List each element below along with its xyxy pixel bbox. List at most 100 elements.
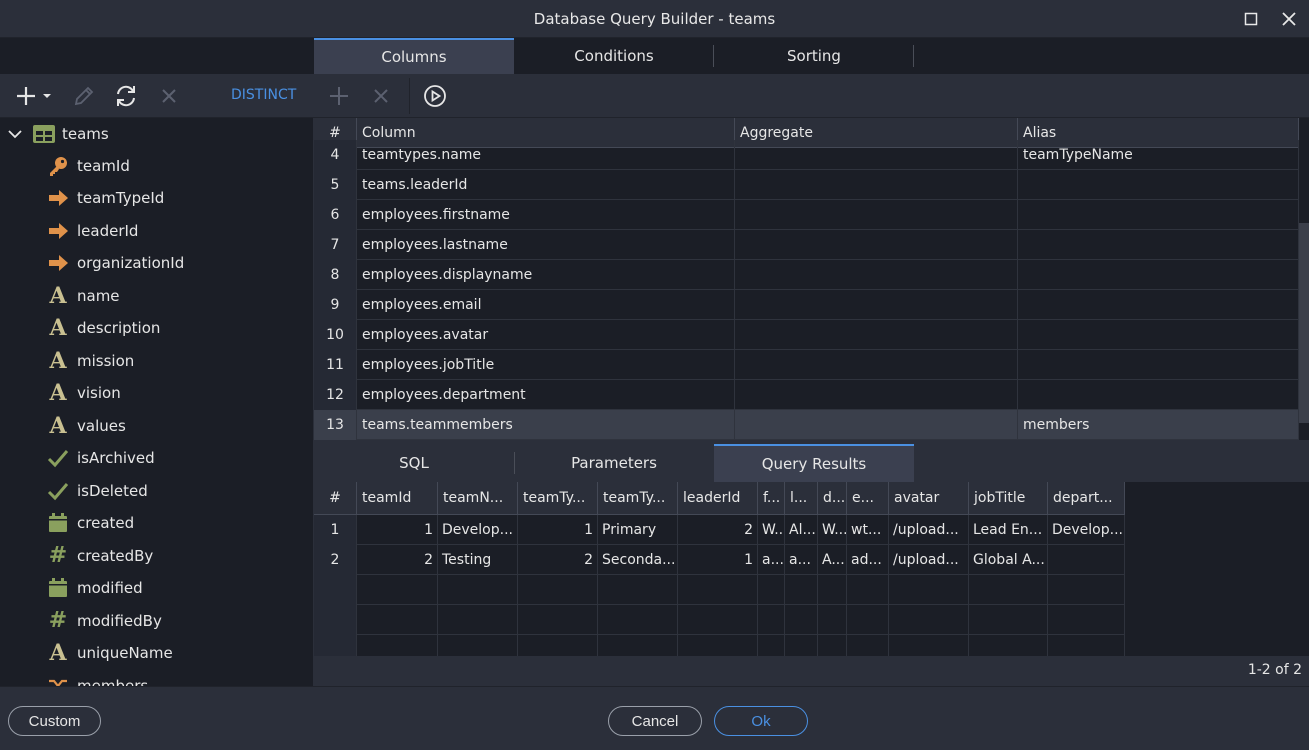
tab-columns[interactable]: Columns: [314, 38, 514, 74]
vertical-scrollbar[interactable]: [1299, 223, 1309, 423]
table-row[interactable]: 7 employees.lastname: [314, 230, 1299, 260]
tree-field-members[interactable]: members: [46, 673, 148, 686]
cell-jobtitle[interactable]: Lead En...: [969, 515, 1048, 545]
cell-email[interactable]: wt...: [847, 515, 889, 545]
tree-field-values[interactable]: A values: [46, 413, 125, 439]
table-row[interactable]: 2 2 Testing 2 Seconda... 1 a... a... A..…: [314, 545, 1125, 575]
table-row[interactable]: 1 1 Develop... 1 Primary 2 W... Al... W.…: [314, 515, 1125, 545]
table-row[interactable]: 10 employees.avatar: [314, 320, 1299, 350]
cancel-button[interactable]: Cancel: [608, 706, 702, 736]
tab-conditions[interactable]: Conditions: [514, 38, 714, 74]
tree-field-isdeleted[interactable]: isDeleted: [46, 478, 148, 504]
ok-button[interactable]: Ok: [714, 706, 808, 736]
table-row[interactable]: 6 employees.firstname: [314, 200, 1299, 230]
cell-alias[interactable]: [1018, 170, 1299, 200]
tree-field-isarchived[interactable]: isArchived: [46, 445, 155, 471]
result-header-teamtypeid[interactable]: teamTy...: [518, 482, 598, 515]
result-header-teamname[interactable]: teamN...: [438, 482, 518, 515]
cell-teamid[interactable]: 1: [357, 515, 438, 545]
cell-lastname[interactable]: Al...: [785, 515, 818, 545]
table-row[interactable]: 9 employees.email: [314, 290, 1299, 320]
table-row[interactable]: 4 teamtypes.name teamTypeName: [314, 140, 1299, 170]
cell-teamname[interactable]: Develop...: [438, 515, 518, 545]
result-header-lastname[interactable]: l...: [785, 482, 818, 515]
close-icon[interactable]: [1278, 8, 1300, 30]
cell-alias[interactable]: [1018, 350, 1299, 380]
refresh-icon[interactable]: [113, 83, 139, 109]
cell-column[interactable]: employees.displayname: [357, 260, 735, 290]
cell-leaderid[interactable]: 2: [678, 515, 758, 545]
cell-column[interactable]: employees.avatar: [357, 320, 735, 350]
table-row[interactable]: 12 employees.department: [314, 380, 1299, 410]
result-header-displayname[interactable]: d...: [818, 482, 847, 515]
tree-field-name[interactable]: A name: [46, 283, 119, 309]
cell-aggregate[interactable]: [735, 200, 1018, 230]
delete-icon[interactable]: [156, 83, 182, 109]
tree-field-modified[interactable]: modified: [46, 575, 143, 601]
cell-aggregate[interactable]: [735, 140, 1018, 170]
table-row[interactable]: 5 teams.leaderId: [314, 170, 1299, 200]
tree-field-description[interactable]: A description: [46, 315, 160, 341]
maximize-icon[interactable]: [1240, 8, 1262, 30]
cell-column[interactable]: employees.email: [357, 290, 735, 320]
cell-jobtitle[interactable]: Global A...: [969, 545, 1048, 575]
cell-teamtypeid[interactable]: 1: [518, 515, 598, 545]
cell-column[interactable]: teamtypes.name: [357, 140, 735, 170]
cell-alias[interactable]: [1018, 320, 1299, 350]
tree-field-organizationid[interactable]: organizationId: [46, 250, 184, 276]
result-header-teamid[interactable]: teamId: [357, 482, 438, 515]
cell-department[interactable]: [1048, 545, 1125, 575]
cell-leaderid[interactable]: 1: [678, 545, 758, 575]
table-row[interactable]: 8 employees.displayname: [314, 260, 1299, 290]
cell-aggregate[interactable]: [735, 230, 1018, 260]
result-header-firstname[interactable]: f...: [758, 482, 785, 515]
cell-avatar[interactable]: /upload...: [889, 545, 969, 575]
cell-aggregate[interactable]: [735, 170, 1018, 200]
result-header-teamtypename[interactable]: teamTy...: [598, 482, 678, 515]
tab-parameters[interactable]: Parameters: [514, 444, 714, 482]
run-query-icon[interactable]: [422, 83, 448, 109]
cell-alias[interactable]: [1018, 260, 1299, 290]
tree-root-teams[interactable]: teams: [0, 122, 109, 146]
remove-condition-icon[interactable]: [368, 83, 394, 109]
table-row[interactable]: 11 employees.jobTitle: [314, 350, 1299, 380]
cell-department[interactable]: Develop...: [1048, 515, 1125, 545]
tree-field-teamid[interactable]: teamId: [46, 153, 130, 179]
cell-teamid[interactable]: 2: [357, 545, 438, 575]
result-header-email[interactable]: e...: [847, 482, 889, 515]
cell-alias[interactable]: members: [1018, 410, 1299, 440]
cell-alias[interactable]: [1018, 230, 1299, 260]
cell-alias[interactable]: [1018, 200, 1299, 230]
result-header-leaderid[interactable]: leaderId: [678, 482, 758, 515]
distinct-button[interactable]: DISTINCT: [231, 87, 296, 103]
cell-aggregate[interactable]: [735, 380, 1018, 410]
cell-aggregate[interactable]: [735, 410, 1018, 440]
edit-icon[interactable]: [71, 83, 97, 109]
cell-avatar[interactable]: /upload...: [889, 515, 969, 545]
tree-field-modifiedby[interactable]: # modifiedBy: [46, 608, 162, 634]
cell-column[interactable]: teams.teammembers: [357, 410, 735, 440]
cell-firstname[interactable]: W...: [758, 515, 785, 545]
cell-alias[interactable]: teamTypeName: [1018, 140, 1299, 170]
tab-query-results[interactable]: Query Results: [714, 444, 914, 482]
tree-field-mission[interactable]: A mission: [46, 348, 134, 374]
tree-field-created[interactable]: created: [46, 510, 134, 536]
result-header-department[interactable]: depart...: [1048, 482, 1125, 515]
cell-displayname[interactable]: W...: [818, 515, 847, 545]
cell-teamtypeid[interactable]: 2: [518, 545, 598, 575]
cell-column[interactable]: teams.leaderId: [357, 170, 735, 200]
add-condition-icon[interactable]: [326, 83, 352, 109]
cell-column[interactable]: employees.lastname: [357, 230, 735, 260]
tree-field-createdby[interactable]: # createdBy: [46, 543, 154, 569]
tree-field-vision[interactable]: A vision: [46, 380, 120, 406]
cell-teamtypename[interactable]: Seconda...: [598, 545, 678, 575]
tree-field-leaderid[interactable]: leaderId: [46, 218, 138, 244]
cell-teamtypename[interactable]: Primary: [598, 515, 678, 545]
tree-field-uniquename[interactable]: A uniqueName: [46, 640, 172, 666]
cell-aggregate[interactable]: [735, 260, 1018, 290]
cell-aggregate[interactable]: [735, 320, 1018, 350]
cell-aggregate[interactable]: [735, 290, 1018, 320]
result-header-avatar[interactable]: avatar: [889, 482, 969, 515]
cell-email[interactable]: ad...: [847, 545, 889, 575]
add-dropdown-button[interactable]: [14, 83, 54, 109]
